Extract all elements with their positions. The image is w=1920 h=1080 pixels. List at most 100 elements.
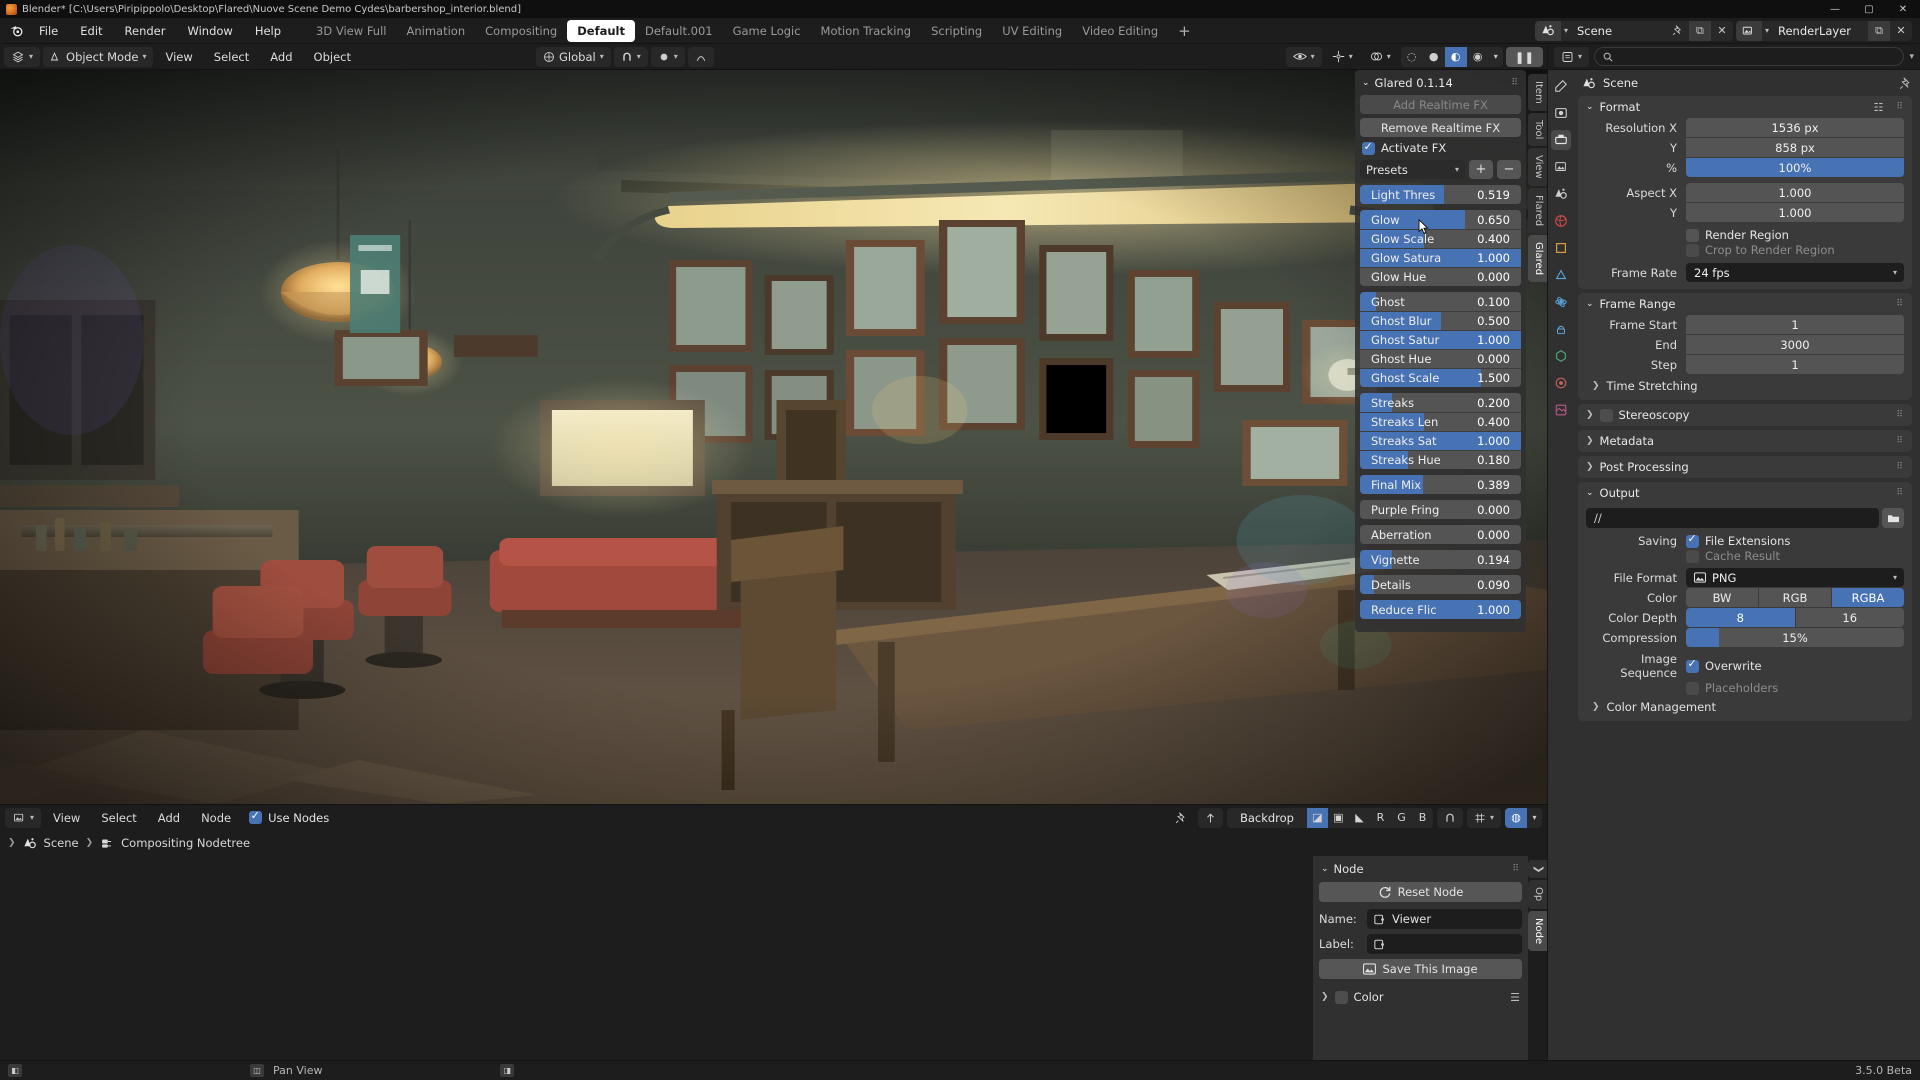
panel-stereoscopy-header[interactable]: ❯ Stereoscopy ⠿ — [1578, 404, 1912, 426]
chevron-down-icon[interactable]: ▾ — [1527, 808, 1542, 828]
pin-icon[interactable] — [1899, 76, 1912, 90]
pivot-point-button[interactable] — [687, 46, 714, 67]
field-resolution-percent[interactable]: 100% — [1686, 158, 1904, 177]
properties-search-input[interactable] — [1594, 47, 1905, 66]
glared-slider-glow[interactable]: Glow 0.650 — [1360, 210, 1521, 229]
viewport-tab-glared[interactable]: Glared — [1528, 235, 1547, 283]
checkbox-icon[interactable] — [1686, 532, 1699, 548]
viewport-tab-item[interactable]: Item — [1528, 74, 1547, 111]
glared-slider-light-thres[interactable]: Light Thres 0.519 — [1360, 185, 1521, 204]
properties-options-chevron-icon[interactable]: ▾ — [1909, 52, 1914, 62]
add-workspace-button[interactable]: + — [1168, 20, 1201, 42]
gizmo-toggle[interactable]: ▾ — [1325, 47, 1360, 67]
node-menu-select[interactable]: Select — [92, 808, 145, 828]
browse-folder-button[interactable] — [1882, 508, 1904, 528]
menu-edit[interactable]: Edit — [69, 21, 113, 41]
output-path-input[interactable]: // — [1586, 508, 1879, 528]
viewport-menu-select[interactable]: Select — [205, 47, 258, 67]
workspace-tab-default[interactable]: Default — [567, 19, 635, 42]
close-button[interactable]: ✕ — [1886, 0, 1920, 18]
object-mode-selector[interactable]: Object Mode ▾ — [43, 46, 154, 67]
checkbox-render-region[interactable]: Render Region — [1686, 228, 1904, 242]
channel-r-button[interactable]: R — [1370, 808, 1391, 828]
shading-rendered-icon[interactable]: ◉ — [1467, 47, 1489, 67]
panel-format-header[interactable]: ⌄ Format ☷ ⠿ — [1578, 96, 1912, 118]
glared-slider-streaks-hue[interactable]: Streaks Hue 0.180 — [1360, 450, 1521, 469]
menu-window[interactable]: Window — [176, 21, 243, 41]
checkbox-placeholders[interactable]: Placeholders — [1686, 681, 1904, 695]
viewlayer-datablock[interactable]: ▾ RenderLayer ⧉ ✕ — [1735, 20, 1912, 41]
workspace-tab-compositing[interactable]: Compositing — [475, 20, 567, 42]
blender-logo-icon[interactable] — [4, 21, 28, 41]
properties-tab-viewlayer[interactable] — [1551, 157, 1571, 177]
scene-datablock[interactable]: ▾ Scene ⧉ ✕ — [1534, 20, 1733, 41]
checkbox-crop-to-render-region[interactable]: Crop to Render Region — [1686, 243, 1904, 257]
editor-type-selector[interactable]: ▾ — [4, 46, 41, 67]
properties-tab-physics[interactable] — [1551, 292, 1571, 312]
node-overlay-icon[interactable]: ◍ — [1505, 807, 1527, 828]
viewport-tab-view[interactable]: View — [1528, 148, 1547, 186]
checkbox-icon[interactable] — [1686, 228, 1699, 242]
overlays-toggle[interactable]: ▾ — [1363, 47, 1398, 67]
glared-slider-ghost-scale[interactable]: Ghost Scale 1.500 — [1360, 368, 1521, 387]
glared-slider-glow-hue[interactable]: Glow Hue 0.000 — [1360, 267, 1521, 286]
properties-tab-constraint[interactable] — [1551, 319, 1571, 339]
glared-slider-streaks-len[interactable]: Streaks Len 0.400 — [1360, 412, 1521, 431]
workspace-tab-video-editing[interactable]: Video Editing — [1072, 20, 1168, 42]
shading-solid-icon[interactable]: ● — [1423, 47, 1445, 67]
transform-orientation-selector[interactable]: Global ▾ — [536, 46, 611, 67]
node-menu-view[interactable]: View — [44, 808, 89, 828]
glared-slider-streaks-sat[interactable]: Streaks Sat 1.000 — [1360, 431, 1521, 450]
glared-slider-vignette[interactable]: Vignette 0.194 — [1360, 550, 1521, 569]
viewport-menu-object[interactable]: Object — [305, 47, 360, 67]
checkbox-file-extensions[interactable]: File Extensions — [1686, 532, 1904, 548]
scene-icon[interactable] — [1534, 20, 1561, 41]
scene-chevron-down-icon[interactable]: ▾ — [1561, 26, 1571, 35]
shading-material-icon[interactable]: ◐ — [1444, 46, 1467, 67]
properties-tab-tool[interactable] — [1551, 76, 1571, 96]
color-option-bw[interactable]: BW — [1686, 588, 1758, 607]
remove-scene-icon[interactable]: ✕ — [1711, 21, 1733, 41]
pin-icon[interactable] — [1667, 21, 1689, 41]
glared-slider-ghost-satur[interactable]: Ghost Satur 1.000 — [1360, 330, 1521, 349]
color-depth-option-16[interactable]: 16 — [1794, 608, 1904, 627]
duplicate-scene-icon[interactable]: ⧉ — [1688, 20, 1711, 41]
properties-tab-scene[interactable] — [1551, 184, 1571, 204]
use-nodes-checkbox[interactable]: Use Nodes — [249, 809, 329, 825]
glared-panel-header[interactable]: ⌄ Glared 0.1.14 ⠿ — [1360, 74, 1521, 95]
properties-tab-world[interactable] — [1551, 211, 1571, 231]
viewport-tab-tool[interactable]: Tool — [1528, 112, 1547, 147]
workspace-tab-default-001[interactable]: Default.001 — [635, 20, 723, 42]
color-option-rgba[interactable]: RGBA — [1831, 588, 1904, 607]
remove-preset-button[interactable]: − — [1497, 160, 1521, 179]
window-controls[interactable]: — ▢ ✕ — [1818, 0, 1920, 18]
node-panel-header[interactable]: ⌄ Node ⠿ — [1319, 860, 1522, 882]
glared-slider-ghost-hue[interactable]: Ghost Hue 0.000 — [1360, 349, 1521, 368]
field-resolution-x[interactable]: 1536 px — [1686, 118, 1904, 137]
backdrop-controls[interactable]: Backdrop ◪ ▣ ◣ R G B — [1226, 807, 1433, 828]
properties-tab-object[interactable] — [1551, 238, 1571, 258]
remove-viewlayer-icon[interactable]: ✕ — [1890, 21, 1912, 41]
panel-post-processing-header[interactable]: ❯ Post Processing ⠿ — [1578, 456, 1912, 478]
checkbox-overwrite[interactable]: Overwrite — [1686, 657, 1904, 673]
add-realtime-fx-button[interactable]: Add Realtime FX — [1360, 95, 1521, 114]
properties-tab-output[interactable] — [1551, 130, 1571, 150]
viewlayer-icon[interactable] — [1735, 20, 1762, 41]
checkbox-icon[interactable] — [1686, 657, 1699, 673]
properties-tab-texture[interactable] — [1551, 400, 1571, 420]
workspace-tab-game-logic[interactable]: Game Logic — [723, 20, 811, 42]
field-resolution-y[interactable]: 858 px — [1686, 138, 1904, 157]
panel-frame-range-header[interactable]: ⌄ Frame Range ⠿ — [1578, 293, 1912, 315]
pause-render-button[interactable]: ❚❚ — [1505, 46, 1543, 67]
dropdown-file-format[interactable]: PNG ▾ — [1686, 568, 1904, 587]
node-menu-node[interactable]: Node — [192, 808, 240, 828]
segmented-color-depth[interactable]: 8 16 — [1686, 608, 1904, 627]
menu-file[interactable]: File — [28, 21, 69, 41]
glared-slider-ghost-blur[interactable]: Ghost Blur 0.500 — [1360, 311, 1521, 330]
viewport-menu-add[interactable]: Add — [261, 47, 301, 67]
glared-slider-reduce-flic[interactable]: Reduce Flic 1.000 — [1360, 600, 1521, 619]
node-overlays-group[interactable]: ◍ ▾ — [1505, 807, 1542, 828]
snap-magnet-button[interactable]: ▾ — [613, 46, 648, 67]
viewport-tab-flared[interactable]: Flared — [1528, 187, 1547, 233]
breadcrumb-expand-icon[interactable]: ❯ — [8, 838, 16, 848]
